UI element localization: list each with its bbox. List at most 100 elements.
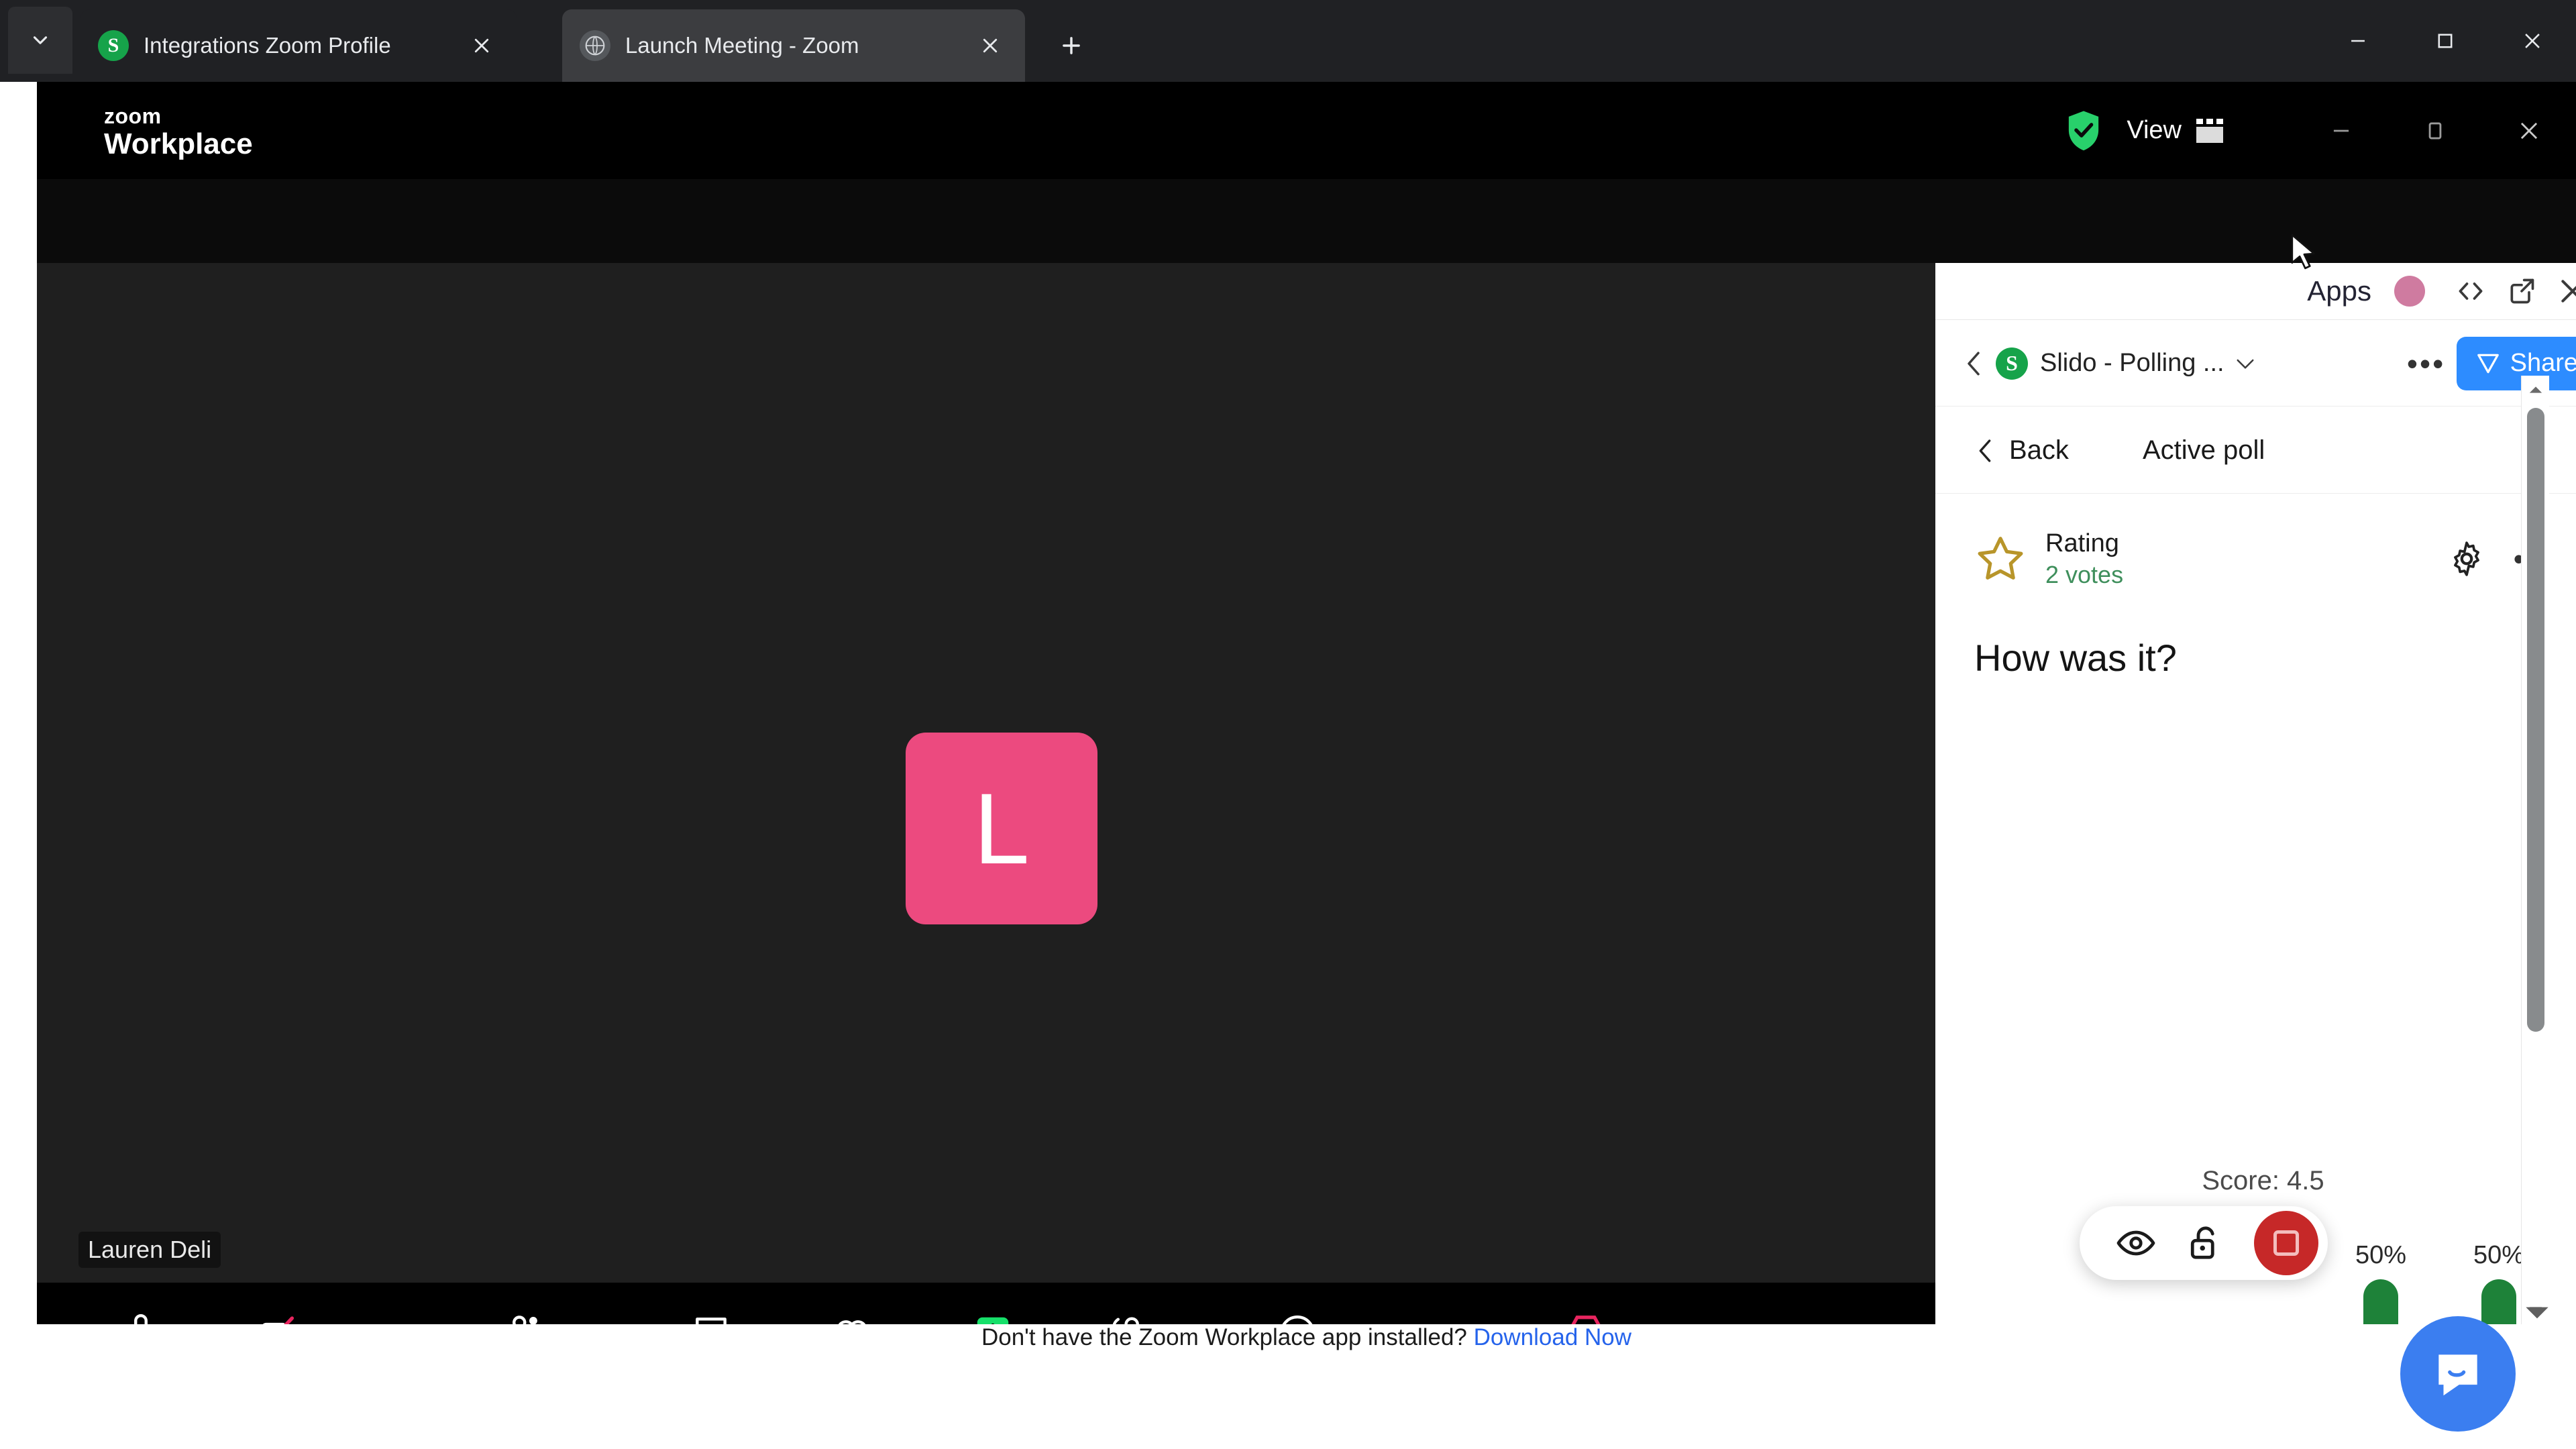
chevron-down-icon	[33, 36, 48, 44]
toolbar-button-react[interactable]: React	[802, 1304, 902, 1324]
apps-panel-header: Apps	[1935, 263, 2576, 320]
browser-tabstrip: S Integrations Zoom Profile Launch Meeti…	[0, 0, 2576, 82]
view-label: View	[2127, 116, 2182, 144]
intercom-chat-icon	[2438, 1354, 2477, 1396]
zoom-favicon	[580, 30, 610, 61]
slido-share-icon	[2477, 354, 2499, 373]
browser-minimize-button[interactable]	[2314, 0, 2402, 82]
share-app-button[interactable]: Share	[2456, 336, 2576, 390]
browser-tab-integrations[interactable]: S Integrations Zoom Profile	[80, 9, 517, 82]
apps-side-panel: Apps S Slido - Polling ... ••• Share Bac…	[1935, 263, 2576, 1324]
toolbar-button-end[interactable]: End	[1536, 1304, 1636, 1324]
share-button-label: Share	[2510, 349, 2576, 377]
toolbar-group-more: More	[1247, 1304, 1348, 1324]
slido-app-bar: S Slido - Polling ... ••• Share	[1935, 321, 2576, 407]
open-external-icon	[2510, 278, 2534, 304]
zoom-workplace-logo: zoom Workplace	[104, 104, 253, 161]
slido-app-name: Slido - Polling ...	[2040, 349, 2224, 377]
chat-widget-button[interactable]	[2400, 1316, 2516, 1432]
toolbar-button-video[interactable]: Video	[231, 1304, 332, 1324]
minimize-icon	[2351, 40, 2365, 42]
new-tab-button[interactable]	[1050, 24, 1093, 67]
slido-back-label: Back	[2009, 435, 2069, 465]
scrollbar-thumb[interactable]	[2527, 408, 2544, 1032]
toolbar-group-chat: Chat	[661, 1304, 802, 1324]
browser-chrome: S Integrations Zoom Profile Launch Meeti…	[0, 0, 2576, 82]
browser-close-button[interactable]	[2489, 0, 2576, 82]
toolbar-button-more[interactable]: More	[1247, 1304, 1348, 1324]
tab-close-button[interactable]	[464, 28, 499, 63]
zoom-maximize-button[interactable]	[2388, 82, 2482, 179]
download-now-link[interactable]: Download Now	[1474, 1324, 1631, 1350]
poll-controls-bar	[2080, 1206, 2328, 1280]
bar-value-label: 50%	[2473, 1241, 2525, 1269]
toolbar-button-participants[interactable]: 1 Participants	[446, 1304, 621, 1324]
toolbar-button-share[interactable]: Share	[943, 1304, 1043, 1324]
apps-panel-scrollbar[interactable]	[2521, 376, 2549, 1324]
toolbar-button-chat[interactable]: Chat	[661, 1304, 761, 1324]
code-brackets-icon	[2459, 282, 2483, 300]
popout-app-button[interactable]	[2496, 266, 2547, 317]
toolbar-group-end: End	[1536, 1304, 1636, 1324]
tab-close-button[interactable]	[973, 28, 1008, 63]
security-shield-icon[interactable]	[2063, 109, 2104, 152]
toolbar-button-audio[interactable]: Audio	[91, 1304, 191, 1324]
poll-votes-count: 2 votes	[2045, 561, 2124, 589]
chevron-up-icon	[2529, 386, 2542, 393]
unlock-icon[interactable]	[2185, 1223, 2225, 1263]
zoom-meeting-window: zoom Workplace View L Lauren Deli Apps S…	[37, 82, 2576, 1324]
toolbar-group-react: React	[802, 1304, 943, 1324]
apps-panel-title: Apps	[2307, 275, 2371, 307]
video-stage: L Lauren Deli	[37, 263, 1935, 1283]
avatar: L	[906, 733, 1097, 924]
view-control[interactable]: View	[2127, 116, 2224, 145]
zoom-close-button[interactable]	[2482, 82, 2576, 179]
close-icon	[983, 38, 998, 53]
gear-icon[interactable]	[2448, 540, 2485, 578]
developer-code-button[interactable]	[2445, 266, 2496, 317]
zoom-header-controls: View	[2063, 82, 2576, 179]
bar-value-label: 50%	[2355, 1241, 2407, 1269]
page-scroll-down-caret[interactable]	[2524, 1303, 2551, 1323]
tab-title: Integrations Zoom Profile	[144, 33, 391, 58]
zoom-logo-line2: Workplace	[104, 127, 253, 161]
toolbar-button-apps[interactable]: 1 Apps	[1083, 1304, 1184, 1324]
browser-tab-launch-meeting[interactable]: Launch Meeting - Zoom	[562, 9, 1025, 82]
maximize-icon	[2438, 34, 2453, 48]
chat-icon	[689, 1304, 733, 1324]
app-bar-more-button[interactable]: •••	[2396, 345, 2457, 382]
minimize-icon	[2333, 129, 2349, 131]
app-selector-dropdown[interactable]	[2224, 357, 2266, 370]
participant-name-label: Lauren Deli	[78, 1232, 221, 1268]
slido-app-icon: S	[1996, 347, 2028, 380]
slido-content: Back Active poll Rating 2 votes ••	[1935, 408, 2576, 1324]
zoom-minimize-button[interactable]	[2294, 82, 2388, 179]
browser-maximize-button[interactable]	[2402, 0, 2489, 82]
toolbar-group-video: Video	[231, 1304, 372, 1324]
toolbar-group-apps: 1 Apps	[1083, 1304, 1224, 1324]
apps-panel-close-button[interactable]	[2547, 266, 2576, 317]
download-prompt-text: Don't have the Zoom Workplace app instal…	[981, 1324, 1467, 1350]
plus-icon	[1063, 37, 1080, 54]
tab-title: Launch Meeting - Zoom	[625, 33, 859, 58]
slido-back-button[interactable]: Back	[1976, 435, 2069, 466]
poll-meta-texts: Rating 2 votes	[2045, 528, 2123, 590]
slido-nav-row: Back Active poll	[1935, 408, 2576, 494]
star-outline-icon	[1978, 537, 2023, 580]
apps-panel-indicator-dot[interactable]	[2394, 276, 2425, 307]
stop-poll-button[interactable]	[2254, 1211, 2318, 1275]
apps-icon: 1	[1103, 1304, 1165, 1324]
tab-search-button[interactable]	[8, 7, 72, 74]
scroll-up-button[interactable]	[2522, 376, 2550, 404]
browser-window-controls	[2314, 0, 2576, 82]
chevron-left-icon	[1968, 352, 1980, 375]
more-icon	[1275, 1304, 1320, 1324]
bar-column: 50% 4	[2332, 1241, 2430, 1324]
toolbar-group-participants: 1 Participants	[446, 1304, 661, 1324]
app-bar-back-button[interactable]	[1951, 350, 1996, 378]
chevron-down-icon	[2237, 359, 2254, 368]
close-icon	[2561, 280, 2576, 303]
close-icon	[2520, 122, 2538, 139]
eye-icon[interactable]	[2116, 1223, 2156, 1263]
stop-poll-icon	[2273, 1230, 2299, 1256]
